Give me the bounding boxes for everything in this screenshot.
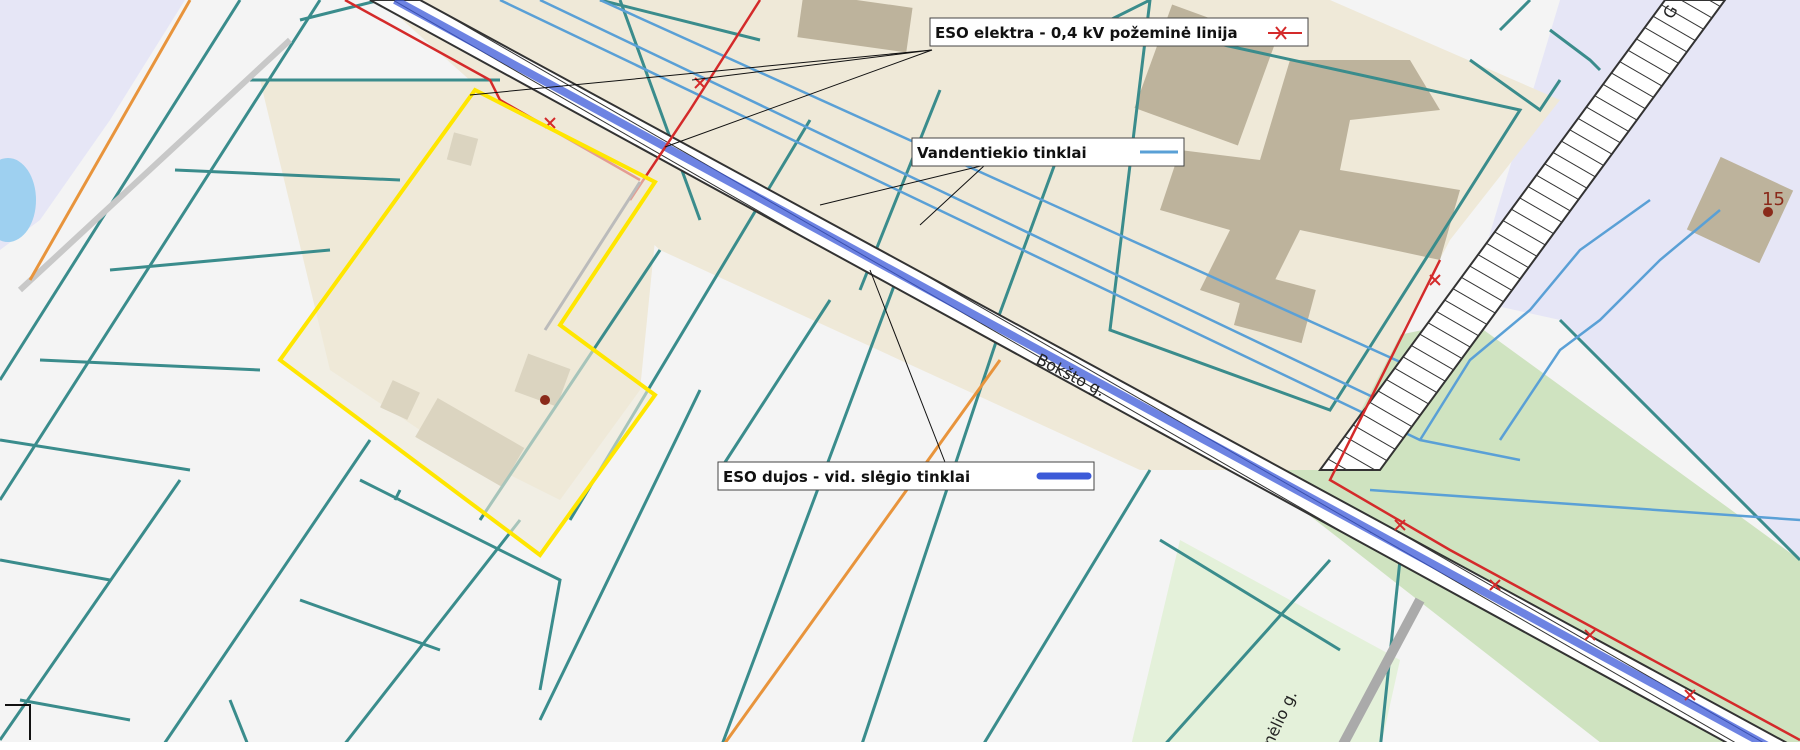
bottom-strip xyxy=(0,742,1800,750)
legend-water-label: Vandentiekio tinklai xyxy=(917,144,1087,162)
legend-electric-label: ESO elektra - 0,4 kV požeminė linija xyxy=(935,24,1238,42)
legend-gas: ESO dujos - vid. slėgio tinklai xyxy=(717,461,1095,491)
legend-electric: ESO elektra - 0,4 kV požeminė linija xyxy=(929,17,1309,47)
parcel-marker xyxy=(540,395,550,405)
map-canvas[interactable]: Bokšto g. mėlio g. G 15 ESO elektra - 0,… xyxy=(0,0,1800,750)
legend-gas-label: ESO dujos - vid. slėgio tinklai xyxy=(723,468,970,486)
legend-water: Vandentiekio tinklai xyxy=(911,137,1185,167)
house-number: 15 xyxy=(1762,189,1785,210)
